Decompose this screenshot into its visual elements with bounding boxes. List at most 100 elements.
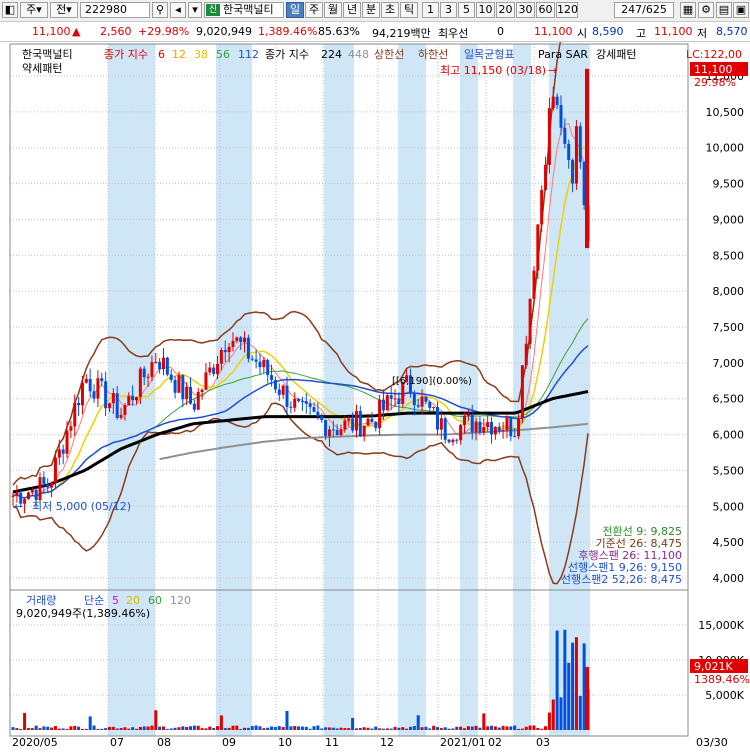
volume-bar bbox=[173, 727, 177, 730]
candle bbox=[266, 360, 270, 376]
candle bbox=[181, 375, 185, 400]
tab-minute-4[interactable]: 20 bbox=[496, 2, 515, 18]
stock-name-field[interactable]: 신 한국맥널티 bbox=[204, 2, 284, 18]
volume-bar bbox=[26, 728, 30, 730]
tab-period-2[interactable]: 월 bbox=[324, 2, 342, 18]
price-change: 2,560 bbox=[100, 25, 132, 38]
code-value: 222980 bbox=[85, 3, 127, 16]
code-input[interactable]: 222980 bbox=[80, 2, 150, 18]
volume-bar bbox=[150, 725, 154, 730]
price-volume-chart[interactable]: 4,000 4,500 5,000 5,500 6,000 6,500 7,000 7,500… bbox=[0, 0, 750, 750]
volume-bar bbox=[223, 728, 227, 730]
candle bbox=[235, 337, 239, 341]
tab-minute-0[interactable]: 1 bbox=[422, 2, 439, 18]
grid-icon[interactable]: ▦ bbox=[680, 2, 696, 18]
volume-bar bbox=[358, 727, 362, 730]
volume-legend-label: 거래량 bbox=[26, 594, 56, 607]
stock-name: 한국맥널티 bbox=[223, 3, 274, 16]
volume-bar bbox=[84, 728, 88, 730]
candle bbox=[246, 337, 250, 359]
x-tick-label: 12 bbox=[380, 736, 394, 749]
volume-bar bbox=[266, 727, 270, 730]
legend-lc: LC:122,00 bbox=[686, 48, 742, 61]
volume-bar bbox=[11, 727, 15, 730]
tab-period-0[interactable]: 일 bbox=[286, 2, 304, 18]
volume-bar bbox=[528, 725, 532, 730]
volume-bar bbox=[92, 725, 96, 730]
chart-area[interactable]: 4,000 4,500 5,000 5,500 6,000 6,500 7,000 7,500… bbox=[0, 0, 750, 750]
volume-bar bbox=[61, 728, 65, 730]
volume-bar bbox=[227, 727, 231, 730]
volume-bar bbox=[142, 726, 146, 730]
volume-bar bbox=[327, 727, 331, 730]
price-tick-label: 9,000 bbox=[713, 213, 745, 226]
volume-bar bbox=[200, 728, 204, 730]
volume-bar bbox=[208, 726, 212, 730]
volume: 9,020,949 bbox=[196, 25, 252, 38]
candle bbox=[273, 380, 277, 390]
tab-minute-6[interactable]: 60 bbox=[536, 2, 555, 18]
volume-bar bbox=[478, 727, 482, 730]
volume-bar bbox=[77, 726, 81, 730]
tab-minute-2[interactable]: 5 bbox=[458, 2, 475, 18]
tab-minute-3[interactable]: 10 bbox=[476, 2, 495, 18]
settings-icon[interactable]: ⚙ bbox=[698, 2, 714, 18]
price-tick-label: 9,500 bbox=[713, 178, 745, 191]
tab-period-5[interactable]: 초 bbox=[381, 2, 399, 18]
candle bbox=[466, 414, 470, 416]
candle bbox=[138, 368, 142, 398]
prev-select[interactable]: 전▾ bbox=[50, 2, 78, 18]
price-change-pct: +29.98% bbox=[138, 25, 190, 38]
candle bbox=[250, 358, 254, 360]
volume-bar bbox=[490, 725, 494, 730]
volume-bar bbox=[189, 726, 193, 730]
legend-lower: 하한선 bbox=[418, 47, 448, 61]
volume-bar bbox=[559, 697, 563, 730]
tab-period-6[interactable]: 틱 bbox=[400, 2, 418, 18]
volume-bar bbox=[119, 728, 123, 730]
candle bbox=[551, 96, 555, 109]
tab-minute-7[interactable]: 120 bbox=[556, 2, 578, 18]
volume-bar bbox=[177, 727, 181, 730]
tab-minute-1[interactable]: 3 bbox=[440, 2, 457, 18]
volume-bar bbox=[532, 725, 536, 730]
candle bbox=[30, 489, 34, 493]
volume-bar bbox=[524, 726, 528, 730]
print-icon[interactable]: ▤ bbox=[716, 2, 732, 18]
tab-period-4[interactable]: 분 bbox=[362, 2, 380, 18]
type-label: 주 bbox=[26, 3, 37, 16]
price-tick-label: 6,500 bbox=[713, 393, 745, 406]
candle bbox=[432, 407, 436, 409]
volume-bar bbox=[30, 728, 34, 730]
tab-period-3[interactable]: 년 bbox=[343, 2, 361, 18]
down-arrow-icon[interactable]: ▾ bbox=[188, 2, 202, 18]
type-select[interactable]: 주▾ bbox=[20, 2, 48, 18]
candle bbox=[343, 420, 347, 430]
volume-bar bbox=[551, 699, 555, 730]
candle bbox=[532, 270, 536, 299]
candle bbox=[370, 418, 374, 422]
amount: 94,219백만 bbox=[372, 27, 431, 40]
legend-ma-period: 112 bbox=[238, 48, 259, 61]
volume-bar bbox=[536, 728, 540, 730]
candle bbox=[131, 395, 135, 401]
close-icon[interactable]: ▣ bbox=[733, 2, 749, 18]
tab-minute-5[interactable]: 30 bbox=[516, 2, 535, 18]
volume-bar bbox=[509, 726, 513, 730]
volume-bar bbox=[69, 726, 73, 730]
volume-bar bbox=[567, 662, 571, 730]
candle bbox=[46, 483, 50, 488]
legend-ma2-period: 224 bbox=[321, 48, 342, 61]
volume-bar bbox=[111, 726, 115, 730]
legend-stock-name: 한국맥널티 bbox=[22, 48, 73, 61]
candle bbox=[347, 418, 351, 421]
speaker-icon[interactable]: ◂ bbox=[170, 2, 186, 18]
candle bbox=[478, 421, 482, 433]
tab-period-1[interactable]: 주 bbox=[305, 2, 323, 18]
candle bbox=[559, 105, 563, 128]
chart-type-icon[interactable]: ◧ bbox=[2, 2, 18, 18]
candle bbox=[53, 457, 57, 483]
search-icon[interactable]: ⚲ bbox=[152, 2, 168, 18]
candle bbox=[474, 421, 478, 433]
candle bbox=[470, 414, 474, 433]
